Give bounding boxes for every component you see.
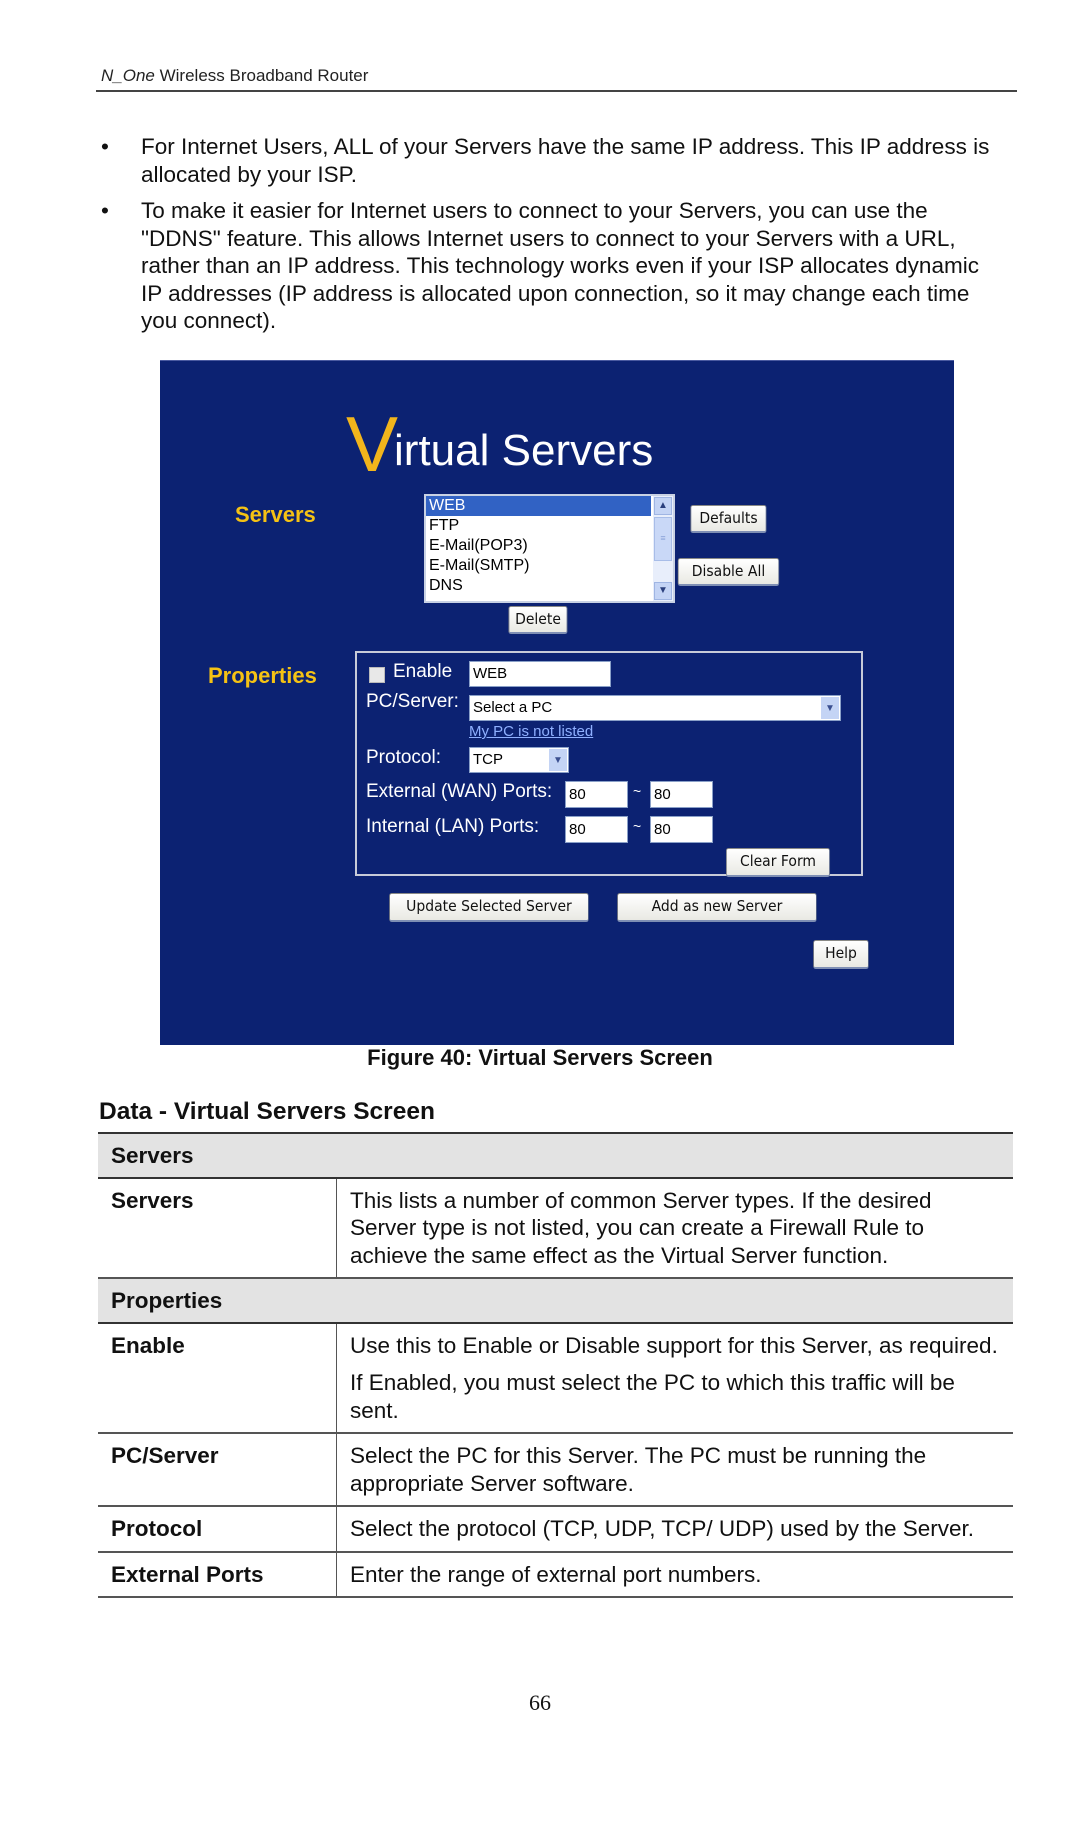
figure-caption: Figure 40: Virtual Servers Screen [367, 1045, 713, 1070]
bullet-text: To make it easier for Internet users to … [141, 198, 979, 333]
row-desc: Select the protocol (TCP, UDP, TCP/ UDP)… [336, 1506, 1013, 1553]
chevron-down-icon[interactable]: ▼ [549, 749, 567, 771]
disable-all-button[interactable]: Disable All [677, 558, 780, 586]
page-number: 66 [529, 1690, 551, 1715]
row-desc-text: Select the protocol (TCP, UDP, TCP/ UDP)… [350, 1516, 975, 1541]
add-new-server-button[interactable]: Add as new Server [617, 893, 817, 922]
external-port-to-input[interactable]: 80 [650, 781, 713, 808]
virtual-servers-screenshot: Virtual Servers Servers WEB FTP E-Mail(P… [160, 360, 954, 1045]
bullet-item: • For Internet Users, ALL of your Servers… [96, 133, 1001, 188]
row-term: Servers [98, 1177, 337, 1279]
row-desc: Use this to Enable or Disable support fo… [336, 1322, 1013, 1434]
pc-server-label: PC/Server: [366, 691, 459, 712]
listbox-scrollbar[interactable]: ▲ ≡ ▼ [653, 496, 673, 601]
pc-server-selected: Select a PC [473, 699, 553, 716]
section-heading: Data - Virtual Servers Screen [99, 1098, 435, 1125]
chevron-down-icon[interactable]: ▼ [821, 697, 839, 719]
clear-form-button[interactable]: Clear Form [725, 848, 831, 877]
internal-ports-label: Internal (LAN) Ports: [366, 816, 540, 837]
group-title: Servers [98, 1132, 1013, 1179]
external-port-from-input[interactable]: 80 [565, 781, 628, 808]
product-name-rest: Wireless Broadband Router [154, 66, 369, 85]
properties-label: Properties [208, 663, 317, 688]
row-term: Protocol [98, 1506, 337, 1553]
scroll-up-icon[interactable]: ▲ [654, 497, 672, 515]
row-desc: Enter the range of external port numbers… [336, 1551, 1013, 1598]
table-row: External Ports Enter the range of extern… [98, 1551, 1013, 1598]
internal-port-from-input[interactable]: 80 [565, 816, 628, 843]
server-option-dns[interactable]: DNS [426, 576, 651, 596]
row-desc-text: If Enabled, you must select the PC to wh… [350, 1370, 955, 1423]
row-desc-text: Select the PC for this Server. The PC mu… [350, 1443, 927, 1496]
servers-listbox[interactable]: WEB FTP E-Mail(POP3) E-Mail(SMTP) DNS ▲ … [424, 494, 675, 603]
server-name-input[interactable]: WEB [469, 661, 611, 687]
protocol-label: Protocol: [366, 747, 441, 768]
servers-label: Servers [235, 502, 316, 527]
row-desc: Select the PC for this Server. The PC mu… [336, 1433, 1013, 1507]
internal-port-to-input[interactable]: 80 [650, 816, 713, 843]
screen-title: Virtual Servers [346, 399, 653, 490]
row-term: External Ports [98, 1551, 337, 1598]
pc-not-listed-link[interactable]: My PC is not listed [469, 723, 593, 740]
scroll-thumb[interactable]: ≡ [654, 517, 672, 561]
title-rest: irtual Servers [394, 426, 654, 475]
server-option-web[interactable]: WEB [426, 496, 651, 516]
table-group-header: Servers [98, 1132, 1013, 1179]
table-group-header: Properties [98, 1277, 1013, 1324]
row-desc-text: Enter the range of external port numbers… [350, 1561, 762, 1587]
delete-button[interactable]: Delete [508, 606, 568, 634]
range-separator: ~ [633, 783, 642, 799]
data-table: Servers Servers This lists a number of c… [98, 1132, 1013, 1598]
title-initial: V [346, 400, 399, 488]
pc-server-select[interactable]: Select a PC ▼ [469, 695, 841, 721]
protocol-selected: TCP [473, 751, 503, 768]
external-ports-label: External (WAN) Ports: [366, 781, 553, 802]
server-option-ftp[interactable]: FTP [426, 516, 651, 536]
row-desc-text: This lists a number of common Server typ… [350, 1187, 932, 1268]
running-header: N_One Wireless Broadband Router [101, 66, 368, 86]
range-separator: ~ [633, 818, 642, 834]
row-desc: This lists a number of common Server typ… [336, 1177, 1013, 1279]
bullet-icon: • [101, 198, 109, 223]
defaults-button[interactable]: Defaults [690, 505, 767, 533]
server-option-pop3[interactable]: E-Mail(POP3) [426, 536, 651, 556]
properties-fieldset: Enable WEB PC/Server: Select a PC ▼ My P… [355, 651, 863, 876]
enable-checkbox[interactable] [369, 667, 385, 683]
bullet-text: For Internet Users, ALL of your Servers … [141, 134, 990, 187]
product-name-italic: N_One [101, 66, 155, 85]
protocol-select[interactable]: TCP ▼ [469, 747, 569, 773]
bullet-icon: • [101, 134, 109, 159]
header-rule [96, 90, 1017, 92]
table-row: Protocol Select the protocol (TCP, UDP, … [98, 1506, 1013, 1553]
update-selected-server-button[interactable]: Update Selected Server [389, 893, 589, 922]
row-term: PC/Server [98, 1433, 337, 1507]
bullet-list: • For Internet Users, ALL of your Servers… [96, 133, 1001, 344]
row-desc-text: Use this to Enable or Disable support fo… [350, 1332, 998, 1358]
table-row: Servers This lists a number of common Se… [98, 1177, 1013, 1279]
help-button[interactable]: Help [813, 940, 869, 969]
group-title: Properties [98, 1277, 1013, 1324]
enable-label: Enable [393, 661, 453, 682]
table-row: Enable Use this to Enable or Disable sup… [98, 1322, 1013, 1434]
bullet-item: • To make it easier for Internet users to… [96, 197, 1001, 335]
table-row: PC/Server Select the PC for this Server.… [98, 1433, 1013, 1507]
row-term: Enable [98, 1322, 337, 1434]
scroll-down-icon[interactable]: ▼ [654, 582, 672, 600]
server-option-smtp[interactable]: E-Mail(SMTP) [426, 556, 651, 576]
